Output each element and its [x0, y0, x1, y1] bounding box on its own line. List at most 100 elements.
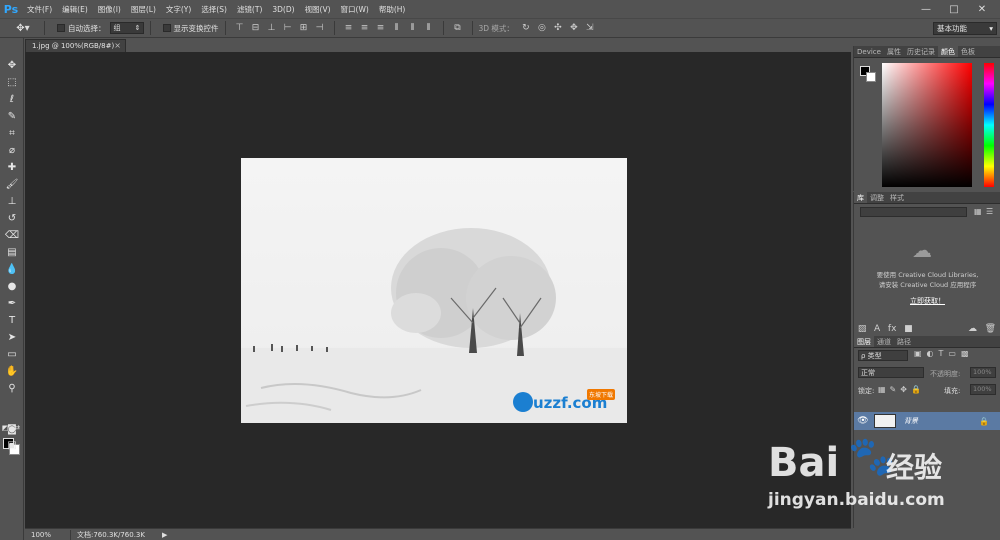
- menu-window[interactable]: 窗口(W): [336, 4, 374, 15]
- document-tab[interactable]: 1.jpg @ 100%(RGB/8#) ×: [25, 39, 126, 52]
- layer-filter-icons[interactable]: ▣◐T▭▩: [914, 349, 974, 358]
- menu-type[interactable]: 文字(Y): [161, 4, 196, 15]
- show-transform-checkbox[interactable]: [162, 24, 171, 32]
- distribute-bottom-icon[interactable]: ≡: [373, 21, 389, 35]
- distribute-right-icon[interactable]: ⦀: [421, 21, 437, 35]
- layer-kind-filter[interactable]: ρ 类型: [858, 350, 908, 361]
- tab-adjustments[interactable]: 调整: [867, 192, 887, 203]
- align-top-icon[interactable]: ⊤: [232, 21, 248, 35]
- layer-name[interactable]: 背景: [904, 416, 918, 426]
- menu-view[interactable]: 视图(V): [300, 4, 336, 15]
- path-select-tool-icon[interactable]: ➤: [3, 330, 21, 345]
- rectangle-tool-icon[interactable]: ▭: [3, 347, 21, 362]
- workspace-switcher[interactable]: 基本功能 ▾: [933, 22, 997, 35]
- lasso-tool-icon[interactable]: ℓ: [3, 92, 21, 107]
- 3d-scale-icon[interactable]: ⇲: [582, 21, 598, 35]
- layer-row-background[interactable]: 👁 背景 🔒: [854, 412, 1000, 430]
- healing-brush-tool-icon[interactable]: ✚: [3, 160, 21, 175]
- get-now-link[interactable]: 立即获取！: [854, 296, 1000, 306]
- tab-libraries[interactable]: 库: [854, 192, 867, 203]
- tab-channels[interactable]: 通道: [874, 336, 894, 347]
- add-fx-icon[interactable]: fx: [888, 324, 897, 334]
- align-right-icon[interactable]: ⊣: [312, 21, 328, 35]
- tab-layers[interactable]: 图层: [854, 336, 874, 347]
- 3d-roll-icon[interactable]: ◎: [534, 21, 550, 35]
- color-bg-swatch[interactable]: [866, 72, 876, 82]
- distribute-left-icon[interactable]: ⦀: [389, 21, 405, 35]
- snow-tree-photo[interactable]: uzzf.com 东坡下载: [241, 158, 627, 423]
- add-text-icon[interactable]: A: [874, 324, 880, 334]
- 3d-rotate-icon[interactable]: ↻: [518, 21, 534, 35]
- menu-3d[interactable]: 3D(D): [267, 5, 299, 14]
- library-dropdown[interactable]: [860, 207, 967, 217]
- auto-align-icon[interactable]: ⧉: [450, 21, 466, 35]
- 3d-slide-icon[interactable]: ✥: [566, 21, 582, 35]
- zoom-level[interactable]: 100%: [25, 531, 70, 539]
- pen-tool-icon[interactable]: ✒: [3, 296, 21, 311]
- move-tool-icon[interactable]: ✥: [3, 58, 21, 73]
- distribute-hcenter-icon[interactable]: ⦀: [405, 21, 421, 35]
- hue-slider[interactable]: [984, 63, 994, 187]
- canvas-area[interactable]: uzzf.com 东坡下载: [25, 52, 851, 528]
- workspace-label: 基本功能: [937, 24, 967, 33]
- align-bottom-icon[interactable]: ⊥: [264, 21, 280, 35]
- visibility-eye-icon[interactable]: 👁: [854, 416, 872, 426]
- menu-filter[interactable]: 滤镜(T): [232, 4, 267, 15]
- eyedropper-tool-icon[interactable]: ⌀: [3, 143, 21, 158]
- close-window-button[interactable]: ✕: [968, 0, 996, 18]
- tab-history[interactable]: 历史记录: [904, 46, 938, 57]
- move-tool-preset-icon[interactable]: ✥▾: [8, 20, 38, 36]
- quick-select-tool-icon[interactable]: ✎: [3, 109, 21, 124]
- auto-select-checkbox[interactable]: [57, 24, 65, 32]
- tab-styles[interactable]: 样式: [887, 192, 907, 203]
- eraser-tool-icon[interactable]: ⌫: [3, 228, 21, 243]
- type-tool-icon[interactable]: T: [3, 313, 21, 328]
- menu-edit[interactable]: 编辑(E): [57, 4, 93, 15]
- close-document-icon[interactable]: ×: [114, 41, 121, 50]
- tab-properties[interactable]: 属性: [884, 46, 904, 57]
- blend-mode-dropdown[interactable]: 正常: [858, 367, 924, 378]
- align-vcenter-icon[interactable]: ⊟: [248, 21, 264, 35]
- quick-mask-icon[interactable]: ◙: [3, 422, 21, 437]
- align-left-icon[interactable]: ⊢: [280, 21, 296, 35]
- menu-file[interactable]: 文件(F): [22, 4, 57, 15]
- marquee-tool-icon[interactable]: ⬚: [3, 75, 21, 90]
- menu-layer[interactable]: 图层(L): [126, 4, 161, 15]
- brush-tool-icon[interactable]: 🖌: [3, 177, 21, 192]
- delete-library-icon[interactable]: 🗑: [985, 324, 996, 334]
- fill-input[interactable]: 100%: [970, 384, 996, 395]
- grid-view-icon[interactable]: ▦: [974, 207, 982, 216]
- crop-tool-icon[interactable]: ⌗: [3, 126, 21, 141]
- opacity-input[interactable]: 100%: [970, 367, 996, 378]
- gradient-tool-icon[interactable]: ▤: [3, 245, 21, 260]
- tab-swatches[interactable]: 色板: [958, 46, 978, 57]
- sync-icon[interactable]: ☁: [968, 324, 977, 334]
- color-picker-field[interactable]: [882, 63, 972, 187]
- dodge-tool-icon[interactable]: ●: [3, 279, 21, 294]
- tab-paths[interactable]: 路径: [894, 336, 914, 347]
- status-menu-arrow-icon[interactable]: ▶: [162, 531, 167, 539]
- distribute-vcenter-icon[interactable]: ≡: [357, 21, 373, 35]
- tab-color[interactable]: 颜色: [937, 46, 958, 57]
- blur-tool-icon[interactable]: 💧: [3, 262, 21, 277]
- screen-mode-icon[interactable]: ▣: [3, 438, 21, 453]
- 3d-pan-icon[interactable]: ✣: [550, 21, 566, 35]
- auto-select-dropdown[interactable]: 组 ⇕: [109, 22, 144, 34]
- menu-select[interactable]: 选择(S): [196, 4, 232, 15]
- history-brush-tool-icon[interactable]: ↺: [3, 211, 21, 226]
- align-hcenter-icon[interactable]: ⊞: [296, 21, 312, 35]
- menu-help[interactable]: 帮助(H): [374, 4, 411, 15]
- minimize-button[interactable]: —: [912, 0, 940, 18]
- menu-image[interactable]: 图像(I): [93, 4, 126, 15]
- tab-device[interactable]: Device: [854, 46, 884, 57]
- lock-icons[interactable]: ▦✎✥🔒: [878, 385, 925, 394]
- distribute-top-icon[interactable]: ≡: [341, 21, 357, 35]
- add-color-icon[interactable]: ■: [904, 324, 913, 334]
- chevron-down-icon: ▾: [989, 24, 993, 33]
- list-view-icon[interactable]: ☰: [986, 207, 993, 216]
- add-graphic-icon[interactable]: ▨: [858, 324, 867, 334]
- clone-stamp-tool-icon[interactable]: ⊥: [3, 194, 21, 209]
- zoom-tool-icon[interactable]: ⚲: [3, 381, 21, 396]
- hand-tool-icon[interactable]: ✋: [3, 364, 21, 379]
- maximize-button[interactable]: □: [940, 0, 968, 18]
